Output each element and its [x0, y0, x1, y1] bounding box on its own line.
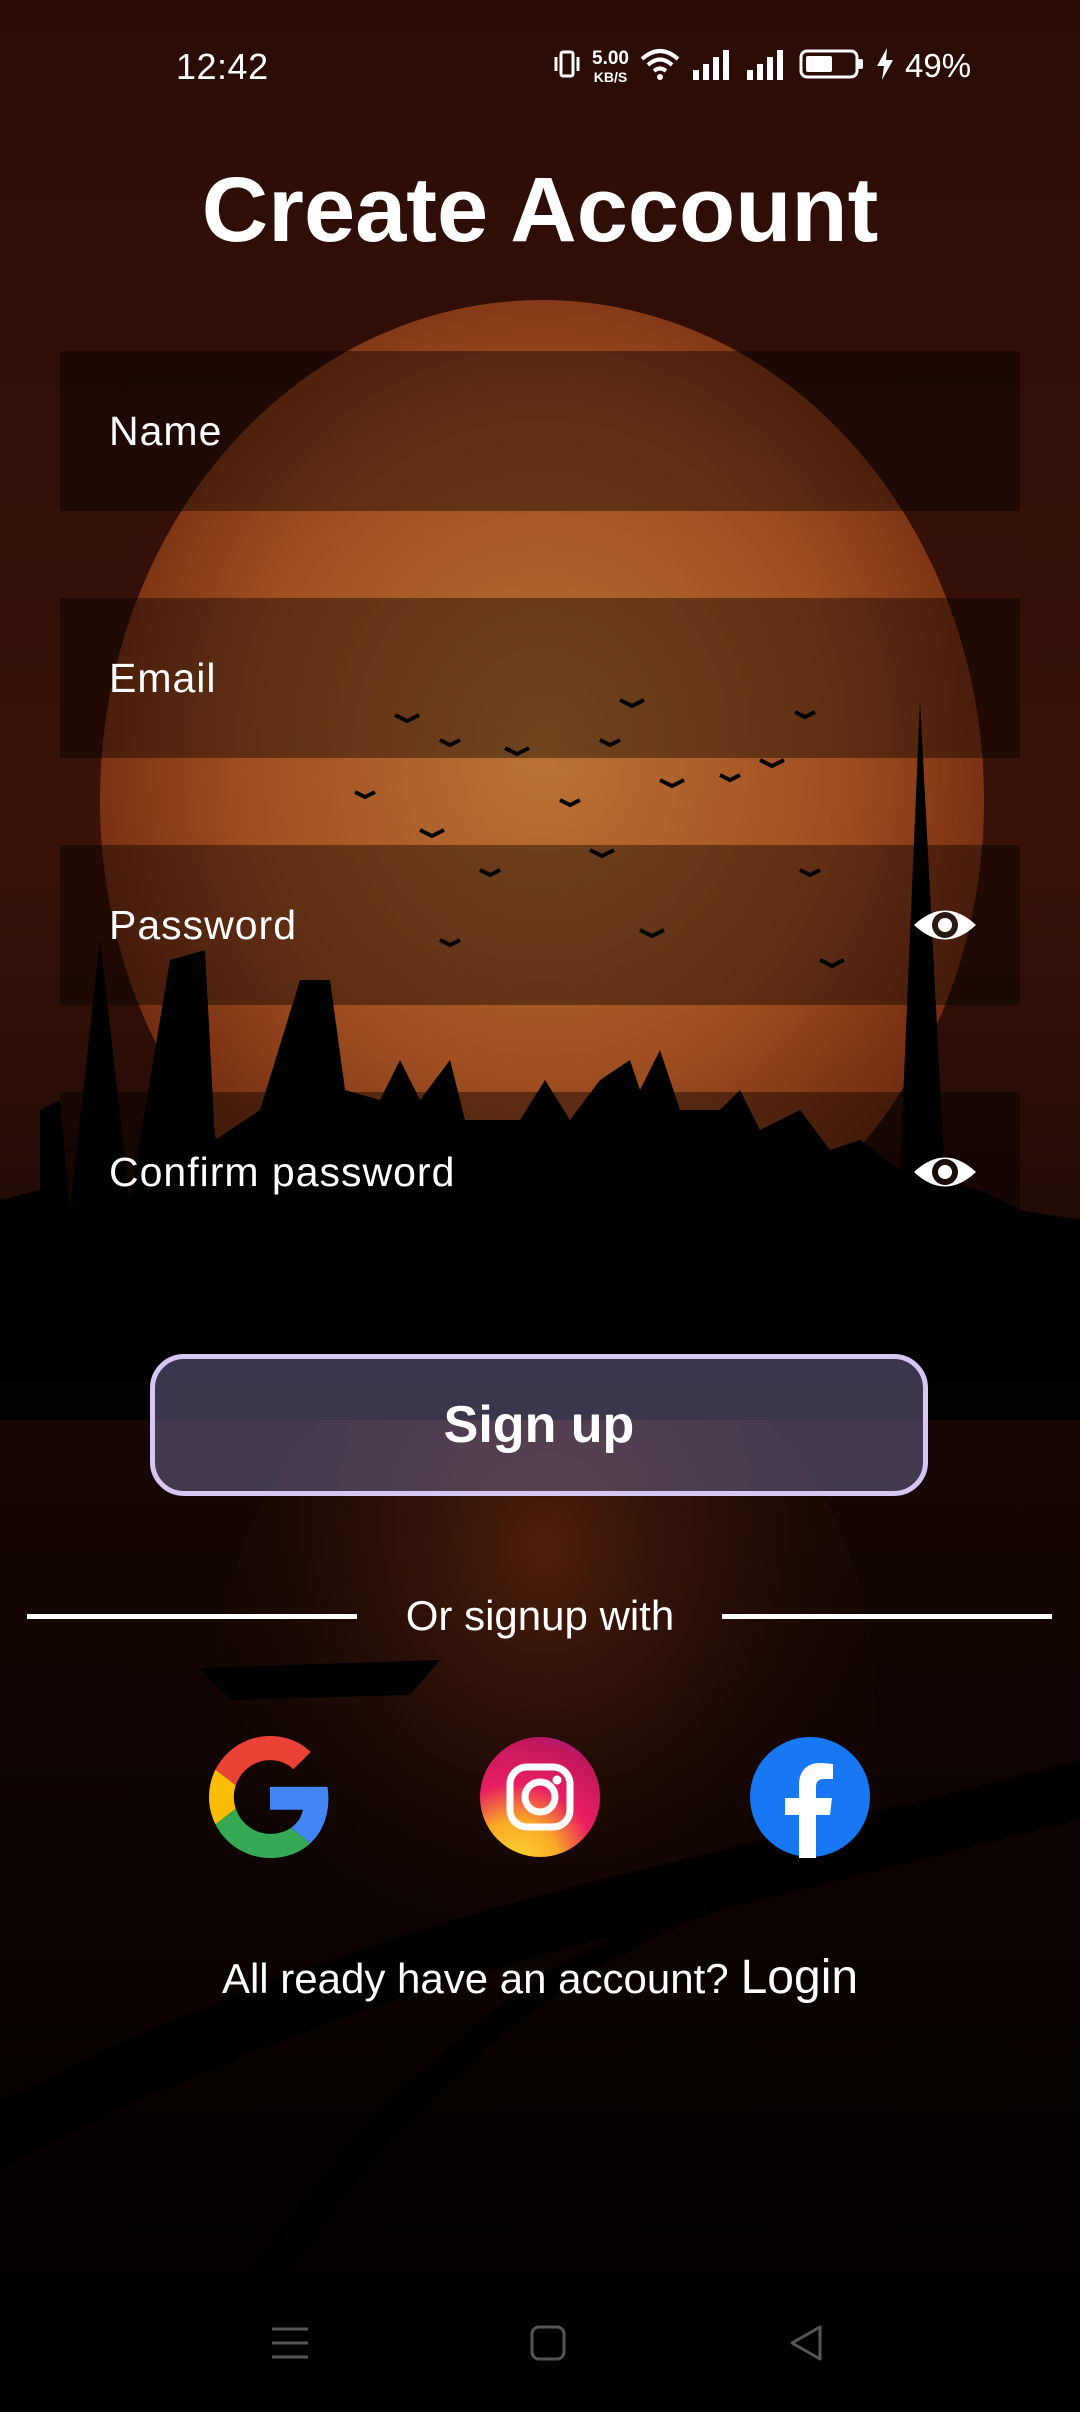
login-question: All ready have an account?	[221, 1955, 729, 2002]
back-icon	[786, 2323, 826, 2368]
wifi-icon	[639, 47, 681, 86]
google-signup-button[interactable]	[209, 1736, 331, 1858]
facebook-icon	[749, 1736, 871, 1858]
facebook-signup-button[interactable]	[749, 1736, 871, 1858]
email-input[interactable]	[109, 654, 980, 702]
email-field[interactable]	[60, 598, 1020, 758]
instagram-icon	[479, 1736, 601, 1858]
name-field[interactable]	[60, 351, 1020, 511]
system-navigation-bar	[0, 2310, 1080, 2380]
network-speed-value: 5.00	[592, 47, 629, 69]
sign-up-button[interactable]: Sign up	[150, 1354, 928, 1496]
login-prompt: All ready have an account? Login	[0, 1950, 1080, 2005]
home-nav-button[interactable]	[508, 2310, 588, 2380]
signal-icon-2	[745, 48, 789, 85]
eye-icon[interactable]	[910, 900, 980, 950]
name-input[interactable]	[109, 407, 980, 455]
eye-icon[interactable]	[910, 1147, 980, 1197]
instagram-signup-button[interactable]	[479, 1736, 601, 1858]
page-title: Create Account	[201, 159, 879, 261]
back-nav-button[interactable]	[766, 2310, 846, 2380]
charging-icon	[875, 47, 895, 86]
menu-nav-button[interactable]	[250, 2310, 330, 2380]
confirm-password-field[interactable]	[60, 1092, 1020, 1252]
network-speed: 5.00 KB/S	[592, 49, 629, 84]
signal-icon	[691, 48, 735, 85]
battery-percent: 49%	[904, 47, 972, 84]
google-icon	[209, 1736, 331, 1858]
login-link[interactable]: Login	[741, 1951, 858, 2004]
vibrate-icon	[552, 47, 582, 86]
status-time: 12:42	[176, 46, 269, 87]
home-icon	[528, 2323, 568, 2368]
password-input[interactable]	[109, 901, 910, 949]
network-speed-unit: KB/S	[593, 68, 628, 85]
battery-icon	[799, 48, 865, 85]
status-icons: 5.00 KB/S 49%	[552, 40, 971, 92]
confirm-password-input[interactable]	[109, 1148, 910, 1196]
password-field[interactable]	[60, 845, 1020, 1005]
divider-right	[722, 1614, 1052, 1619]
menu-icon	[270, 2325, 310, 2366]
